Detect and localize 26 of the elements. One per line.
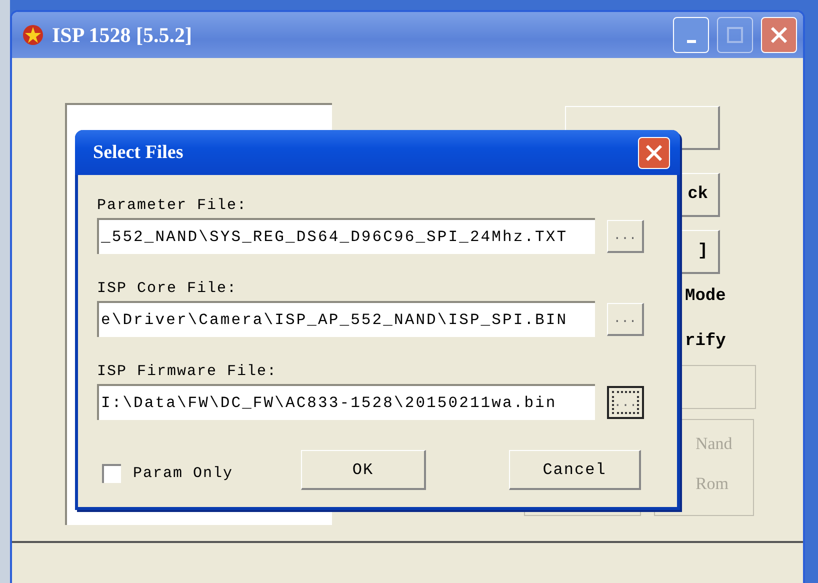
cancel-button[interactable]: Cancel — [509, 450, 642, 490]
maximize-icon — [726, 26, 744, 44]
browse-button[interactable]: ... — [607, 386, 644, 418]
dialog-title: Select Files — [93, 142, 184, 164]
file-path-field[interactable]: e\Driver\Camera\ISP_AP_552_NAND\ISP_SPI.BIN — [97, 301, 595, 337]
star-logo-icon — [22, 24, 44, 46]
file-path-field[interactable]: I:\Data\FW\DC_FW\AC833-1528\20150211wa.bin — [97, 384, 595, 420]
close-button[interactable] — [638, 136, 670, 168]
option-label: rify — [685, 332, 726, 351]
maximize-button[interactable] — [717, 17, 753, 53]
option-label: Mode — [685, 287, 726, 306]
minimize-button[interactable] — [673, 17, 709, 53]
close-icon — [769, 25, 789, 45]
param-only-checkbox[interactable] — [102, 464, 121, 482]
file-path-field[interactable]: _552_NAND\SYS_REG_DS64_D96C96_SPI_24Mhz.TXT — [97, 218, 595, 254]
checkbox-label: Param Only — [133, 464, 234, 482]
browse-button[interactable]: ... — [607, 302, 644, 336]
browse-button[interactable]: ... — [607, 220, 644, 252]
window-title: ISP 1528 [5.5.2] — [52, 22, 194, 48]
close-icon — [644, 142, 664, 162]
field-label: ISP Core File: — [97, 280, 238, 297]
field-label: Parameter File: — [97, 197, 248, 214]
field-label: ISP Firmware File: — [97, 363, 278, 380]
minimize-icon — [686, 40, 696, 42]
ok-button[interactable]: OK — [301, 450, 426, 490]
close-button[interactable] — [761, 17, 797, 53]
